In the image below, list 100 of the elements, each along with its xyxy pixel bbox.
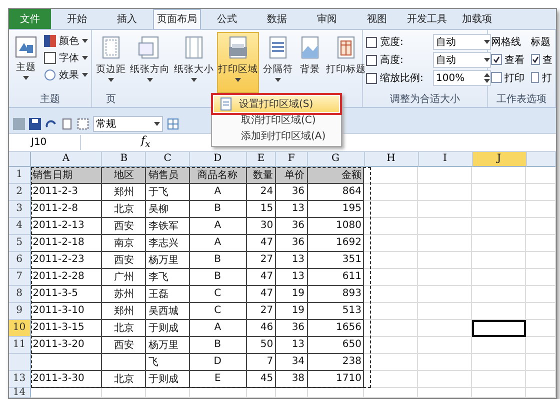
save-icon[interactable] (29, 118, 41, 130)
checkbox[interactable] (530, 72, 539, 84)
column-header[interactable]: D (190, 152, 247, 167)
table-cell: 864 (308, 184, 364, 201)
row-header[interactable]: 8 (9, 286, 31, 303)
table-cell: 2011-2-13 (30, 218, 102, 235)
checkbox[interactable] (530, 54, 540, 66)
table-cell: 611 (308, 268, 364, 286)
table-cell: 2011-3-20 (30, 336, 102, 354)
ribbon-button[interactable]: 背景 (297, 32, 323, 94)
dropdown-field[interactable]: 自动 (433, 34, 491, 50)
theme-option-button[interactable]: 效果 (44, 68, 88, 82)
row-header[interactable]: 3 (9, 200, 31, 218)
column-header[interactable]: J (472, 152, 527, 167)
table-cell: 北京 (102, 200, 146, 218)
checkbox-label: 查看 (504, 54, 525, 67)
ribbon-button[interactable]: 纸张方向 (129, 32, 171, 94)
table-cell: 195 (308, 200, 364, 218)
table-cell: 351 (308, 252, 364, 269)
table-cell: 于则成 (146, 320, 190, 337)
ribbon-tab[interactable]: 开发工具 (403, 9, 451, 29)
column-header[interactable]: H (364, 152, 419, 167)
theme-option-button[interactable]: 字体 (44, 50, 88, 65)
table-cell: 893 (308, 286, 364, 303)
menu-item[interactable]: 设置打印区域(S) (214, 96, 339, 112)
checkbox[interactable] (491, 72, 502, 84)
table-cell: A (190, 184, 247, 201)
column-header[interactable]: E (246, 152, 276, 167)
table-cell: 西安 (102, 218, 146, 235)
row-header[interactable]: 14 (9, 388, 31, 398)
ribbon-tab[interactable]: 数据 (253, 9, 301, 29)
table-cell: B (190, 252, 247, 269)
themes-button[interactable]: 主题 (12, 32, 40, 94)
row-header[interactable]: 9 (9, 302, 31, 320)
caret-icon (147, 78, 153, 82)
ribbon-tab[interactable]: 开始 (53, 9, 101, 29)
table-cell: 36 (276, 234, 308, 252)
table-cell: 2011-3-10 (30, 302, 102, 320)
column-header[interactable]: G (308, 152, 364, 167)
grid-icon[interactable] (167, 118, 179, 130)
column-header[interactable]: F (276, 152, 308, 167)
table-cell: 36 (276, 184, 308, 201)
ribbon-tab[interactable]: 视图 (353, 9, 401, 29)
number-format-dropdown[interactable]: 常规 (93, 116, 163, 132)
ribbon-tab[interactable]: 审阅 (303, 9, 351, 29)
table-cell: 苏州 (102, 286, 146, 303)
ribbon-button[interactable]: 页边距 (95, 32, 127, 94)
row-header[interactable]: 4 (9, 218, 31, 235)
themes-icon (14, 34, 38, 59)
row-header[interactable]: 2 (9, 184, 31, 201)
table-cell: 郑州 (102, 184, 146, 201)
table-cell: 杨万里 (146, 252, 190, 269)
dropdown-field[interactable]: 自动 (433, 52, 491, 68)
table-cell: 2011-3-30 (30, 370, 102, 388)
spin-field[interactable]: 100% (433, 70, 491, 86)
file-tab[interactable]: 文件 (9, 9, 51, 29)
table-cell: 北京 (102, 320, 146, 337)
function-icon[interactable]: f$_{x}$ (141, 134, 150, 151)
table-cell: 34 (276, 354, 308, 371)
column-header[interactable]: C (146, 152, 190, 167)
column-header[interactable]: A (30, 152, 102, 167)
table-cell: 李飞 (146, 268, 190, 286)
row-header[interactable]: 1 (9, 166, 31, 184)
table-cell: 1656 (308, 320, 364, 337)
theme-option-button[interactable]: 颜色 (44, 34, 88, 48)
ribbon-button[interactable]: 分隔符 (261, 32, 295, 94)
ribbon-button[interactable]: 纸张大小 (173, 32, 215, 94)
table-cell: 2011-3-15 (30, 320, 102, 337)
name-box[interactable]: J10 (9, 135, 81, 150)
table-cell: 吴柳 (146, 200, 190, 218)
ribbon-tab[interactable]: 公式 (203, 9, 251, 29)
table-cell: 47 (246, 286, 276, 303)
redo-icon[interactable] (45, 118, 57, 130)
ribbon-tab[interactable]: 页面布局 (153, 9, 201, 29)
row-header[interactable]: 10 (9, 320, 31, 337)
ribbon-tab[interactable]: 插入 (103, 9, 151, 29)
menu-item[interactable]: 取消打印区域(C) (214, 112, 339, 128)
checkbox[interactable] (491, 54, 502, 66)
table-cell: 45 (246, 370, 276, 388)
column-header[interactable]: B (102, 152, 146, 167)
row-header[interactable]: 13 (9, 370, 31, 388)
column-title: 销售员 (146, 166, 190, 184)
border-icon[interactable] (77, 118, 89, 130)
new-page-icon[interactable] (61, 118, 73, 130)
column-header[interactable]: I (418, 152, 473, 167)
table-cell: 西安 (102, 252, 146, 269)
caret-icon (23, 76, 29, 80)
ribbon-tab[interactable]: 加载项 (453, 9, 501, 29)
row-header[interactable]: 11 (9, 336, 31, 354)
ribbon-button[interactable]: 打印标题 (325, 32, 367, 94)
row-header[interactable]: 6 (9, 252, 31, 269)
table-cell: 47 (246, 268, 276, 286)
checkbox-label: 打 (542, 72, 552, 85)
active-cell[interactable] (472, 320, 526, 337)
table-cell: 杨万里 (146, 336, 190, 354)
row-header[interactable]: 5 (9, 234, 31, 252)
ribbon-button[interactable]: 打印区域 (217, 32, 259, 94)
row-header[interactable]: 7 (9, 268, 31, 286)
menu-item[interactable]: 添加到打印区域(A) (214, 128, 339, 144)
table-cell: 2011-2-23 (30, 252, 102, 269)
